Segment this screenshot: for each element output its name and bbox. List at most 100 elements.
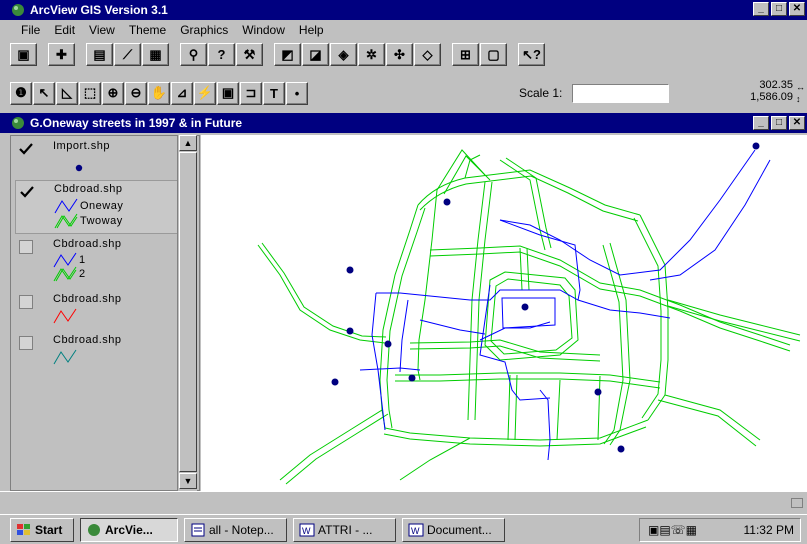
menu-help[interactable]: Help <box>292 23 331 37</box>
checkmark-icon[interactable] <box>20 185 34 199</box>
menu-view[interactable]: View <box>82 23 122 37</box>
theme-cbdroad-2[interactable]: Cbdroad.shp 1 2 <box>15 236 179 288</box>
view-globe-icon <box>12 117 24 129</box>
view-minimize-button[interactable]: _ <box>753 116 769 130</box>
scale-label: Scale 1: <box>519 86 563 100</box>
coord-x: 302.35 <box>759 79 793 91</box>
svg-text:W: W <box>302 526 311 536</box>
tray-icons[interactable]: ▣▤☏▦ <box>648 523 697 537</box>
task-notepad[interactable]: all - Notep... <box>184 517 287 542</box>
windows-logo-icon <box>17 523 30 535</box>
save-project-icon[interactable]: ▣ <box>10 43 37 66</box>
arcview-globe-icon <box>88 523 100 536</box>
coordinate-readout: 302.35 1,586.09 <box>750 79 793 103</box>
select-features-icon[interactable]: ⊞ <box>452 43 479 66</box>
resize-grip-icon[interactable] <box>791 498 803 508</box>
theme-properties-icon[interactable]: ▤ <box>86 43 113 66</box>
hotlink-icon[interactable]: ⚡ <box>194 81 216 105</box>
arcview-globe-icon <box>12 4 24 16</box>
street-map[interactable] <box>201 135 807 491</box>
text-icon[interactable]: T <box>263 81 285 105</box>
checkbox[interactable] <box>19 336 33 350</box>
menu-file[interactable]: File <box>14 23 47 37</box>
scale-input[interactable] <box>572 84 669 103</box>
close-button[interactable]: ✕ <box>789 2 805 16</box>
zoom-active-themes-icon[interactable]: ◪ <box>302 43 329 66</box>
task-attri[interactable]: W ATTRI - ... <box>293 517 396 542</box>
query-builder-icon[interactable]: ⚒ <box>236 43 263 66</box>
teal-line-symbol-icon <box>53 349 77 365</box>
theme-name: Cbdroad.shp <box>53 238 122 250</box>
legend-row-oneway: Oneway <box>54 198 123 214</box>
scroll-down-arrow-icon[interactable]: ▼ <box>179 473 197 489</box>
pan-icon[interactable]: ✋ <box>148 81 170 105</box>
identify-icon[interactable]: ❶ <box>10 81 32 105</box>
checkmark-icon[interactable] <box>19 142 33 156</box>
checkbox[interactable] <box>19 240 33 254</box>
clock: 11:32 PM <box>743 523 794 537</box>
double-line-symbol-icon <box>53 266 77 282</box>
zoom-full-extent-icon[interactable]: ◩ <box>274 43 301 66</box>
open-table-icon[interactable]: ▦ <box>142 43 169 66</box>
maximize-button[interactable]: □ <box>771 2 787 16</box>
toc-scrollbar[interactable]: ▲ ▼ <box>177 135 197 491</box>
word-document-icon: W <box>408 523 424 536</box>
theme-cbdroad-4[interactable]: Cbdroad.shp <box>15 332 179 370</box>
checkbox[interactable] <box>19 295 33 309</box>
edit-legend-icon[interactable]: ⟋ <box>114 43 141 66</box>
menu-graphics[interactable]: Graphics <box>173 23 235 37</box>
map-canvas[interactable] <box>201 135 807 491</box>
menu-edit[interactable]: Edit <box>47 23 82 37</box>
measure-icon[interactable]: ⊿ <box>171 81 193 105</box>
label-icon[interactable]: ⊐ <box>240 81 262 105</box>
svg-text:W: W <box>411 526 420 536</box>
line-symbol-icon <box>54 198 78 214</box>
find-icon[interactable]: ⚲ <box>180 43 207 66</box>
menu-theme[interactable]: Theme <box>122 23 173 37</box>
theme-name: Import.shp <box>53 140 110 152</box>
menu-bar: File Edit View Theme Graphics Window Hel… <box>0 20 807 40</box>
scroll-thumb[interactable] <box>179 152 197 472</box>
theme-cbdroad-3[interactable]: Cbdroad.shp <box>15 291 179 329</box>
draw-point-icon[interactable]: • <box>286 81 308 105</box>
double-line-symbol-icon <box>54 213 78 229</box>
help-pointer-icon[interactable]: ↖? <box>518 43 545 66</box>
button-bar: ▣ ✚ ▤ ⟋ ▦ ⚲ ? ⚒ ◩ ◪ ◈ ✲ ✣ ◇ ⊞ ▢ ↖? <box>0 41 807 68</box>
pointer-icon[interactable]: ↖ <box>33 81 55 105</box>
view-title: G.Oneway streets in 1997 & in Future <box>30 116 243 130</box>
system-tray: ▣▤☏▦ 11:32 PM <box>639 518 801 542</box>
zoom-out-icon[interactable]: ⊖ <box>125 81 147 105</box>
app-title-bar: ArcView GIS Version 3.1 _ □ ✕ <box>0 0 807 20</box>
task-arcview[interactable]: ArcVie... <box>80 517 178 542</box>
start-button[interactable]: Start <box>10 517 74 542</box>
task-document[interactable]: W Document... <box>402 517 505 542</box>
zoom-previous-icon[interactable]: ◇ <box>414 43 441 66</box>
view-close-button[interactable]: ✕ <box>789 116 805 130</box>
locate-icon[interactable]: ? <box>208 43 235 66</box>
point-symbol-icon <box>75 164 83 172</box>
select-feature-icon[interactable]: ⬚ <box>79 81 101 105</box>
zoom-in-icon[interactable]: ⊕ <box>102 81 124 105</box>
zoom-selected-icon[interactable]: ◈ <box>330 43 357 66</box>
theme-name: Cbdroad.shp <box>53 334 122 346</box>
legend-row-twoway: Twoway <box>54 213 123 229</box>
minimize-button[interactable]: _ <box>753 2 769 16</box>
area-of-interest-icon[interactable]: ▣ <box>217 81 239 105</box>
theme-import[interactable]: Import.shp <box>15 138 179 180</box>
theme-name: Cbdroad.shp <box>53 293 122 305</box>
vertex-edit-icon[interactable]: ◺ <box>56 81 78 105</box>
clear-selection-icon[interactable]: ▢ <box>480 43 507 66</box>
add-theme-icon[interactable]: ✚ <box>48 43 75 66</box>
red-line-symbol-icon <box>53 308 77 324</box>
app-title: ArcView GIS Version 3.1 <box>30 3 168 17</box>
zoom-in-fixed-icon[interactable]: ✲ <box>358 43 385 66</box>
scroll-up-arrow-icon[interactable]: ▲ <box>179 135 197 151</box>
zoom-out-fixed-icon[interactable]: ✣ <box>386 43 413 66</box>
theme-cbdroad-oneway[interactable]: Cbdroad.shp Oneway Twoway <box>15 180 179 234</box>
menu-window[interactable]: Window <box>235 23 292 37</box>
table-of-contents: Import.shp Cbdroad.shp Oneway Twoway Cbd… <box>10 135 200 491</box>
view-maximize-button[interactable]: □ <box>771 116 787 130</box>
notepad-icon <box>191 523 205 536</box>
theme-name: Cbdroad.shp <box>54 183 123 195</box>
coord-y: 1,586.09 <box>750 91 793 103</box>
